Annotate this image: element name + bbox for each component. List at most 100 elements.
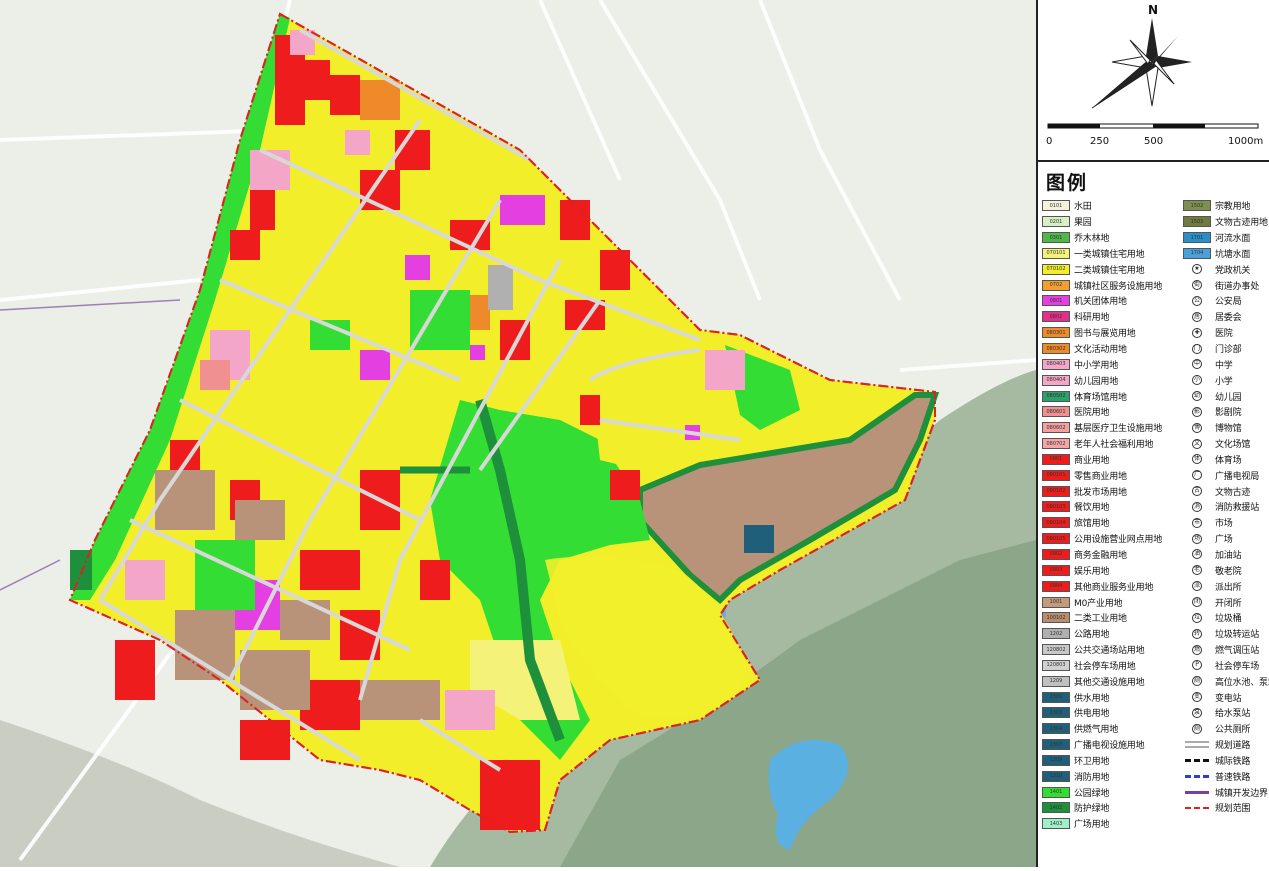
legend-swatch: 1701 xyxy=(1183,232,1211,244)
legend-symbol-icon: 泵 xyxy=(1183,707,1211,718)
legend-symbol-glyph: 油 xyxy=(1192,549,1202,560)
legend-item: 0901 商业用地 xyxy=(1042,452,1182,468)
legend-item: 变 变电站 xyxy=(1183,689,1269,705)
legend-swatch: 090101 xyxy=(1042,469,1070,481)
legend-label: 城镇开发边界 xyxy=(1215,788,1268,799)
legend-item: 老 敬老院 xyxy=(1183,562,1269,578)
legend-item: 080602 基层医疗卫生设施用地 xyxy=(1042,420,1182,436)
legend-symbol-icon: 市 xyxy=(1183,517,1211,528)
legend-item: 公 公安局 xyxy=(1183,293,1269,309)
legend-item: 080404 幼儿园用地 xyxy=(1042,372,1182,388)
legend-label: 中学 xyxy=(1215,360,1233,371)
legend-item: 080601 医院用地 xyxy=(1042,404,1182,420)
legend-label: 公路用地 xyxy=(1074,630,1110,641)
legend-item: 090103 餐饮用地 xyxy=(1042,499,1182,515)
legend-item: 门 门诊部 xyxy=(1183,341,1269,357)
legend-label: 水田 xyxy=(1074,202,1092,213)
legend-symbol-icon: 闭 xyxy=(1183,597,1211,608)
legend-label: 科研用地 xyxy=(1074,313,1110,324)
legend-item: 垃 垃圾桶 xyxy=(1183,610,1269,626)
legend-label: 给水泵站 xyxy=(1215,709,1251,720)
legend-label: 派出所 xyxy=(1215,582,1242,593)
legend-symbol-icon: 中 xyxy=(1183,359,1211,370)
legend-label: 餐饮用地 xyxy=(1074,503,1110,514)
legend-line-glyph xyxy=(1185,774,1209,778)
legend-swatch: 1309 xyxy=(1042,754,1070,766)
legend-item: 场 广场 xyxy=(1183,531,1269,547)
scale-bar xyxy=(1047,123,1259,129)
legend-line-glyph xyxy=(1185,758,1209,762)
legend-symbol-glyph: 燃 xyxy=(1192,644,1202,655)
legend-symbol-glyph: 门 xyxy=(1192,343,1202,354)
legend-label: 坑塘水面 xyxy=(1215,249,1251,260)
legend-item: 080403 中小学用地 xyxy=(1042,356,1182,372)
legend-item: 普速铁路 xyxy=(1183,768,1269,784)
legend-label: 社会停车场用地 xyxy=(1074,661,1136,672)
legend-item: 幼 幼儿园 xyxy=(1183,388,1269,404)
legend-swatch: 1403 xyxy=(1042,818,1070,830)
legend-swatch: 080302 xyxy=(1042,343,1070,355)
legend-swatch: 1502 xyxy=(1183,200,1211,212)
legend-symbol-icon: 博 xyxy=(1183,422,1211,433)
legend-symbol-icon: 公 xyxy=(1183,295,1211,306)
legend-swatch: 1401 xyxy=(1042,786,1070,798)
legend-symbol-icon: 场 xyxy=(1183,533,1211,544)
legend-label: 文化活动用地 xyxy=(1074,345,1127,356)
legend-symbol-icon: 燃 xyxy=(1183,644,1211,655)
legend-label: 城际铁路 xyxy=(1215,756,1251,767)
legend-item: 中 中学 xyxy=(1183,356,1269,372)
legend-panel: 图例 0101 水田 0201 果园 0301 乔木林地 070101 一类城镇住宅用地 070… xyxy=(1038,162,1269,867)
legend-item: 规划范围 xyxy=(1183,800,1269,816)
legend-item: 090102 批发市场用地 xyxy=(1042,483,1182,499)
legend-label: 娱乐用地 xyxy=(1074,566,1110,577)
legend-swatch: 080702 xyxy=(1042,438,1070,450)
legend-swatch: 1704 xyxy=(1183,247,1211,259)
legend-symbol-icon: 转 xyxy=(1183,628,1211,639)
legend-symbol-glyph: 场 xyxy=(1192,533,1202,544)
land-use-map[interactable] xyxy=(0,0,1037,867)
legend-item: 1307 广播电视设施用地 xyxy=(1042,737,1182,753)
legend-item: 厕 公共厕所 xyxy=(1183,721,1269,737)
legend-item: 转 垃圾转运站 xyxy=(1183,626,1269,642)
legend-item: 小 小学 xyxy=(1183,372,1269,388)
legend-label: 体育场 xyxy=(1215,455,1242,466)
legend-label: 供燃气用地 xyxy=(1074,725,1119,736)
legend-item: 城际铁路 xyxy=(1183,753,1269,769)
legend-label: 其他交通设施用地 xyxy=(1074,677,1145,688)
legend-symbol-icon: 广 xyxy=(1183,470,1211,481)
legend-label: 二类城镇住宅用地 xyxy=(1074,265,1145,276)
legend-line-glyph xyxy=(1185,790,1209,794)
legend-item: 1503 文物古迹用地 xyxy=(1183,214,1269,230)
legend-swatch: 080601 xyxy=(1042,406,1070,418)
legend-symbol-glyph: 街 xyxy=(1192,280,1202,291)
legend-symbol-icon: 油 xyxy=(1183,549,1211,560)
legend-label: 公用设施营业网点用地 xyxy=(1074,535,1163,546)
legend-label: 老年人社会福利用地 xyxy=(1074,440,1154,451)
legend-swatch: 0904 xyxy=(1042,580,1070,592)
legend-line-icon xyxy=(1183,755,1211,766)
legend-label: 博物馆 xyxy=(1215,424,1242,435)
legend-item: 080502 体育场馆用地 xyxy=(1042,388,1182,404)
legend-item: 1310 消防用地 xyxy=(1042,768,1182,784)
legend-swatch: 0301 xyxy=(1042,232,1070,244)
legend-symbol-icon: 变 xyxy=(1183,692,1211,703)
map-sidebar: N 0 250 500 1000m 图例 0101 水田 0201 果园 030… xyxy=(1036,0,1269,867)
legend-item: 1309 环卫用地 xyxy=(1042,753,1182,769)
legend-item: 规划道路 xyxy=(1183,737,1269,753)
legend-label: 中小学用地 xyxy=(1074,360,1119,371)
legend-item: 0903 娱乐用地 xyxy=(1042,562,1182,578)
legend-label: 市场 xyxy=(1215,519,1233,530)
legend-label: 医院用地 xyxy=(1074,408,1110,419)
legend-item: 0902 商务金融用地 xyxy=(1042,547,1182,563)
legend-swatch: 090105 xyxy=(1042,533,1070,545)
legend-label: 敬老院 xyxy=(1215,566,1242,577)
legend-label: 图书与展览用地 xyxy=(1074,329,1136,340)
legend-symbol-icon: P xyxy=(1183,660,1211,671)
legend-symbol-glyph: ★ xyxy=(1192,264,1202,275)
legend-item: 120803 社会停车场用地 xyxy=(1042,657,1182,673)
legend-label: 广播电视设施用地 xyxy=(1074,741,1145,752)
legend-swatch: 0201 xyxy=(1042,216,1070,228)
legend-symbol-glyph: 厕 xyxy=(1192,676,1202,687)
legend-item: 市 市场 xyxy=(1183,515,1269,531)
compass-rose-icon xyxy=(1047,18,1259,129)
